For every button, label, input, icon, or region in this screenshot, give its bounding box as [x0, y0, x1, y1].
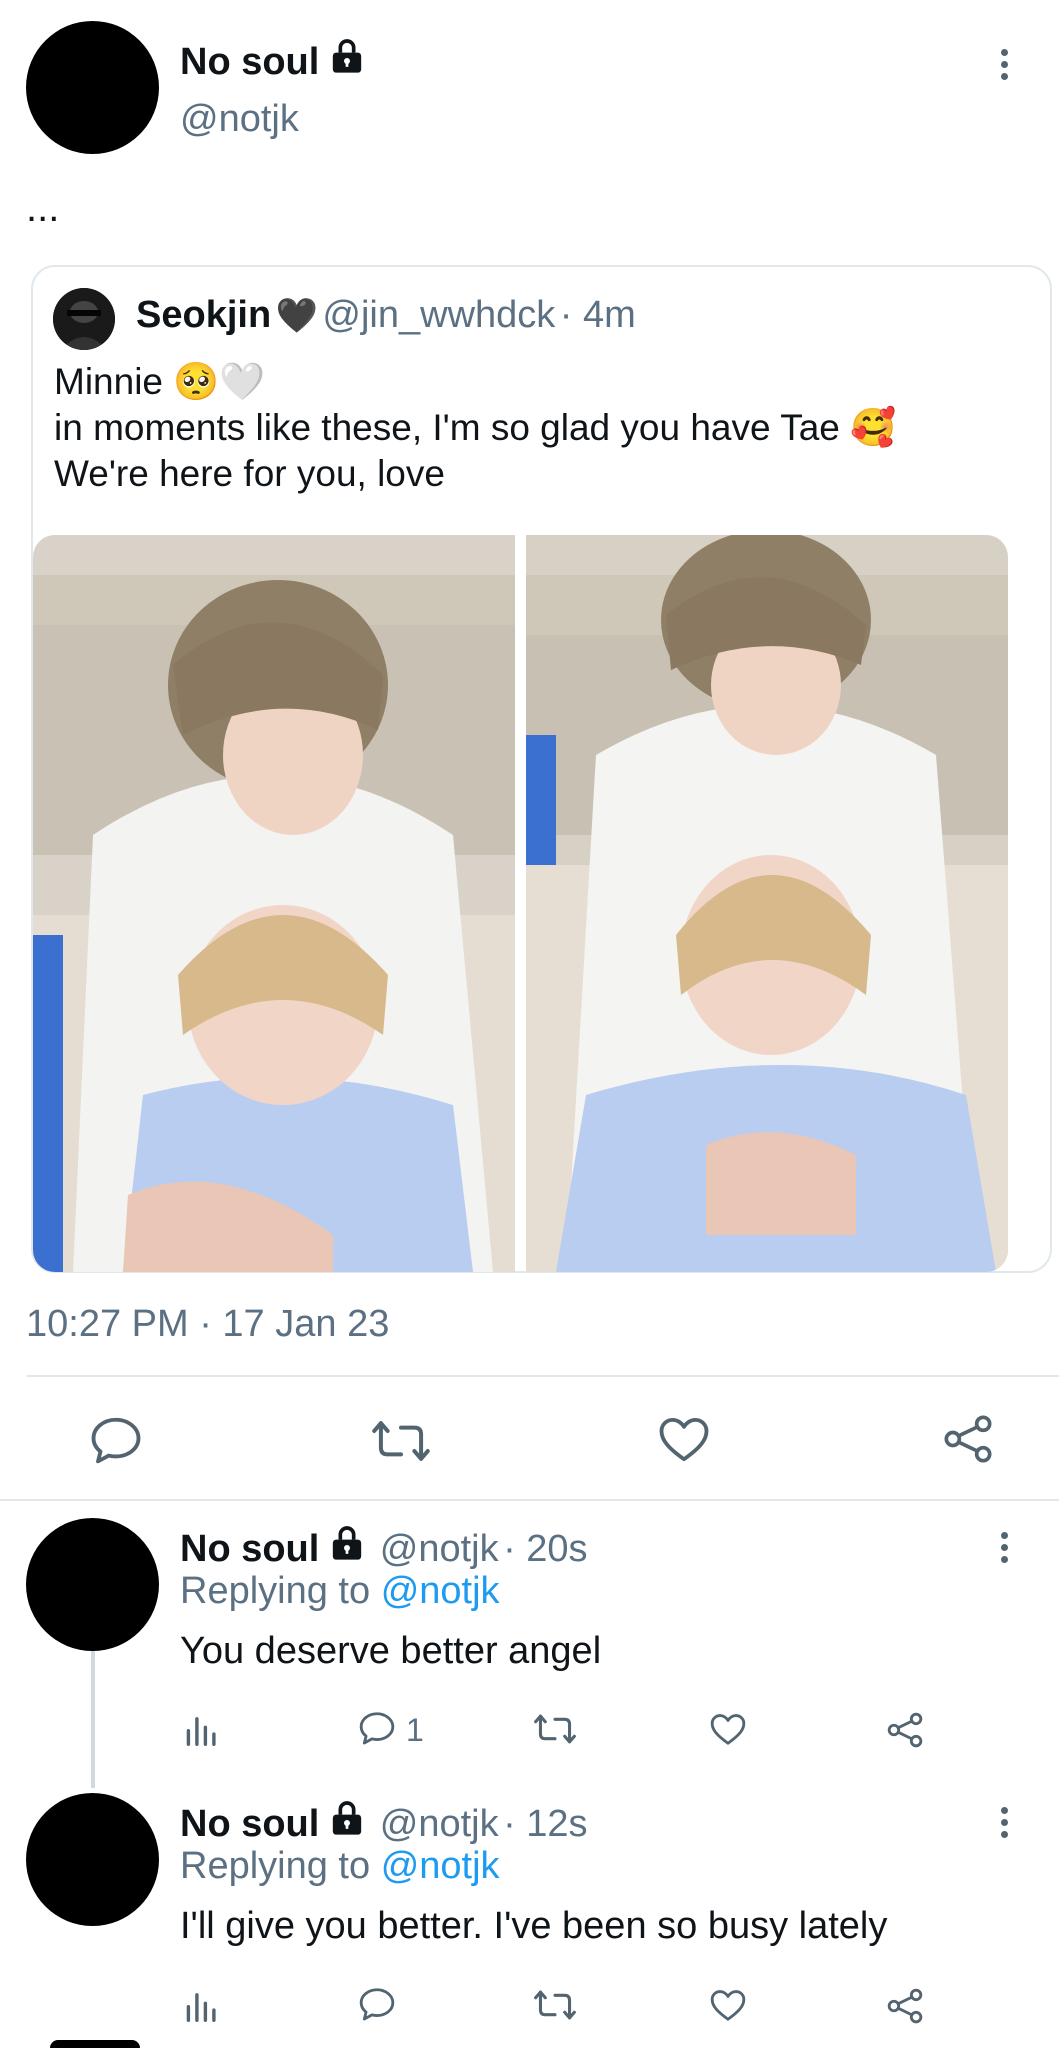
- quoted-photo-1[interactable]: [33, 535, 515, 1272]
- reply-avatar[interactable]: [26, 1793, 159, 1926]
- author-avatar[interactable]: [26, 21, 159, 154]
- quoted-text-line-2: in moments like these, I'm so glad you h…: [54, 407, 897, 448]
- share-icon[interactable]: [886, 1987, 924, 2030]
- reply-author-handle[interactable]: @notjk: [380, 1803, 499, 1845]
- reply-icon[interactable]: [89, 1415, 143, 1470]
- retweet-icon[interactable]: [534, 1988, 576, 2027]
- reply-header: No soul @notjk · 12s: [180, 1798, 588, 1846]
- quoted-author-name: Seokjin: [136, 294, 272, 336]
- retweet-icon[interactable]: [534, 1712, 576, 1751]
- like-icon[interactable]: [657, 1414, 711, 1469]
- analytics-icon[interactable]: [185, 1988, 219, 2027]
- reply-author-name[interactable]: No soul: [180, 1528, 319, 1570]
- reply-text: You deserve better angel: [180, 1630, 602, 1672]
- replying-to-link[interactable]: @notjk: [381, 1845, 500, 1887]
- reply-author-handle[interactable]: @notjk: [380, 1528, 499, 1570]
- reply-header: No soul @notjk · 20s: [180, 1523, 588, 1571]
- quoted-text-line-1: Minnie 🥺🤍: [54, 361, 266, 402]
- more-options-icon[interactable]: [998, 49, 1010, 85]
- quoted-header: Seokjin 🖤 @jin_wwhdck · 4m: [136, 294, 636, 337]
- retweet-icon[interactable]: [372, 1418, 430, 1469]
- replying-to: Replying to @notjk: [180, 1845, 500, 1887]
- more-options-icon[interactable]: [998, 1807, 1010, 1843]
- reply-time: · 20s: [503, 1528, 588, 1570]
- like-icon[interactable]: [709, 1987, 747, 2028]
- reply-text: I'll give you better. I've been so busy …: [180, 1905, 888, 1947]
- reply-time: · 12s: [503, 1803, 588, 1845]
- tweet-timestamp: 10:27 PM · 17 Jan 23: [26, 1303, 390, 1345]
- author-handle[interactable]: @notjk: [180, 98, 299, 141]
- divider: [27, 1375, 1059, 1377]
- reply-count: 1: [406, 1712, 424, 1748]
- lock-icon: [327, 1798, 367, 1843]
- like-icon[interactable]: [709, 1711, 747, 1752]
- analytics-icon[interactable]: [185, 1712, 219, 1751]
- lock-icon: [327, 1523, 367, 1568]
- reply-avatar[interactable]: [26, 1518, 159, 1651]
- quoted-author-handle: @jin_wwhdck: [322, 294, 556, 336]
- reply-icon[interactable]: [358, 1986, 396, 2027]
- divider: [0, 1499, 1059, 1501]
- lock-icon: [327, 36, 367, 86]
- reply-icon[interactable]: [358, 1710, 396, 1751]
- tweet-text: ...: [26, 186, 60, 230]
- more-options-icon[interactable]: [998, 1532, 1010, 1568]
- quoted-author-avatar: [53, 288, 115, 350]
- share-icon[interactable]: [942, 1413, 994, 1470]
- thread-line: [91, 1650, 95, 1788]
- author-name[interactable]: No soul: [180, 36, 367, 86]
- black-heart-icon: 🖤: [275, 297, 318, 335]
- share-icon[interactable]: [886, 1711, 924, 1754]
- next-reply-avatar: [50, 2040, 140, 2048]
- replying-to-link[interactable]: @notjk: [381, 1570, 500, 1612]
- quoted-photo-2[interactable]: [526, 535, 1008, 1272]
- reply-author-name[interactable]: No soul: [180, 1803, 319, 1845]
- replying-to: Replying to @notjk: [180, 1570, 500, 1612]
- quoted-time: · 4m: [559, 294, 636, 336]
- quoted-text-line-3: We're here for you, love: [54, 453, 445, 494]
